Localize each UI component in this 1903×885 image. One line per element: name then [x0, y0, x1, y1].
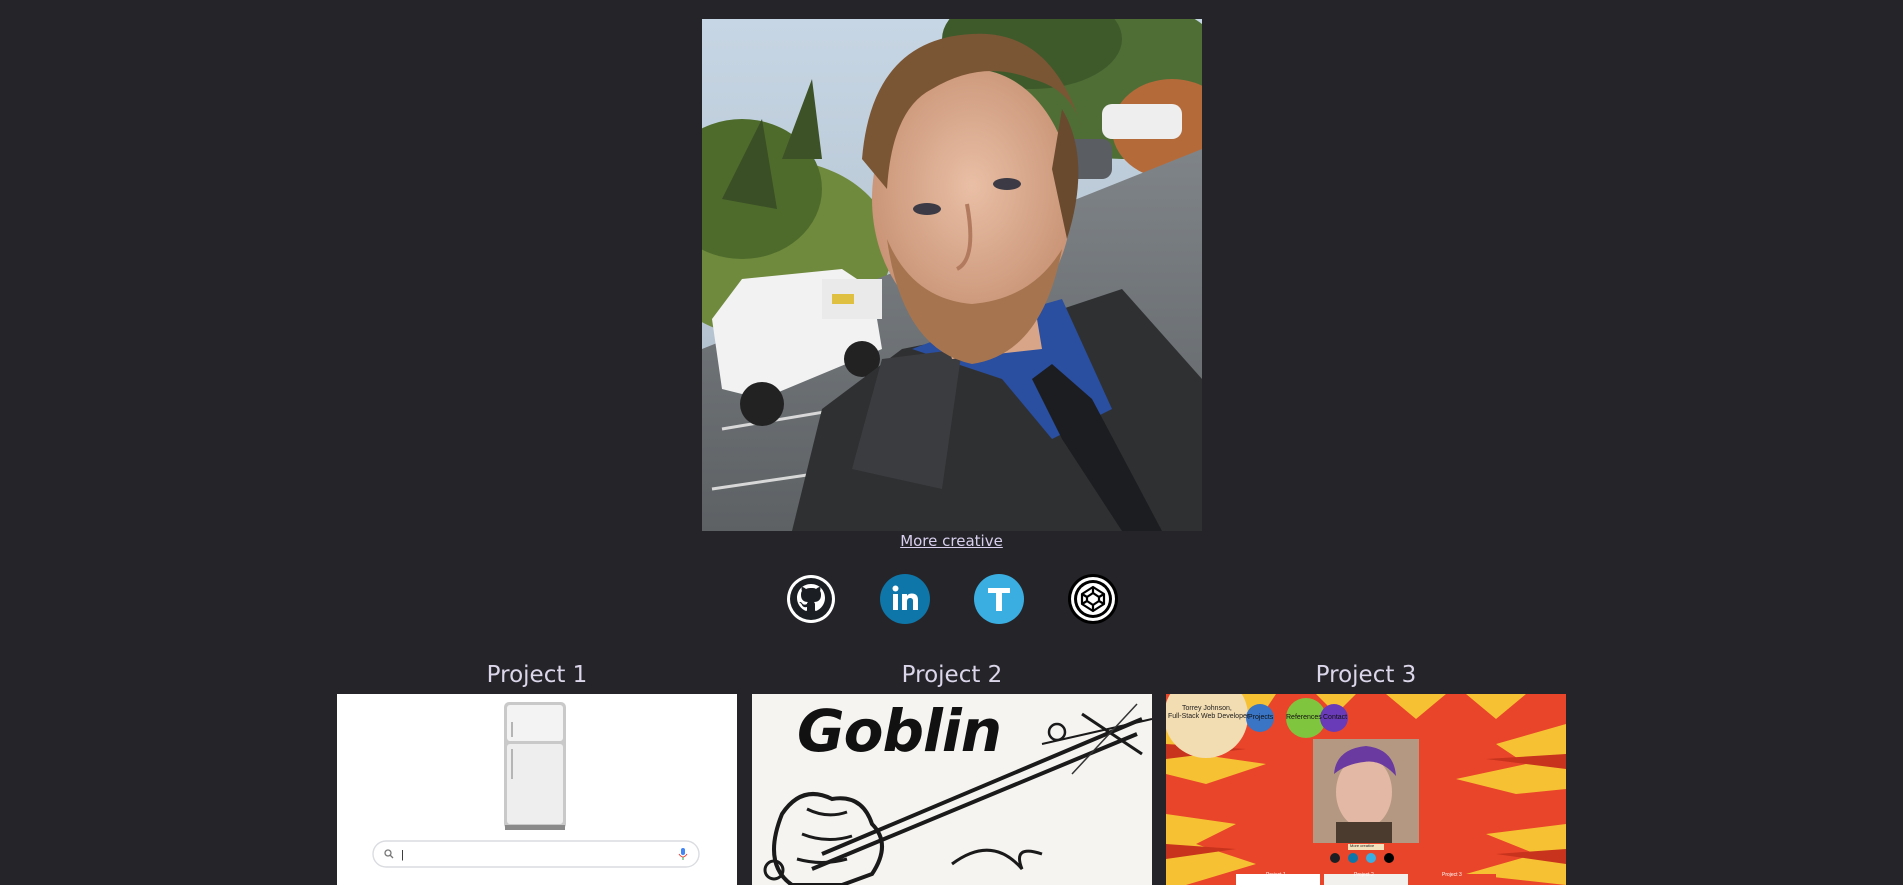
- project-3-mini-title-1: Project 1: [1266, 872, 1286, 878]
- project-3-thumbnail[interactable]: Torrey Johnson, Full-Stack Web Developer…: [1166, 694, 1566, 885]
- linkedin-link[interactable]: [880, 574, 930, 624]
- project-3-caption: More creative: [1350, 843, 1375, 848]
- portfolio-page: More creative Project 1 | Project 2 Gobl…: [0, 0, 1903, 885]
- project-3-name: Torrey Johnson,: [1182, 705, 1232, 712]
- codepen-icon: [1068, 574, 1118, 624]
- project-title: Project 1: [486, 662, 588, 688]
- project-3-mini-title-2: Project 2: [1354, 872, 1374, 878]
- github-link[interactable]: [786, 574, 836, 624]
- twitter-icon: [974, 574, 1024, 624]
- project-3-role: Full-Stack Web Developer: [1168, 713, 1250, 720]
- project-2-goblin-text: Goblin: [797, 697, 1002, 765]
- more-creative-link[interactable]: More creative: [900, 532, 1003, 550]
- project-3-nav-projects: Projects: [1248, 714, 1274, 721]
- social-links: [0, 574, 1903, 624]
- linkedin-icon: [880, 574, 930, 624]
- project-3-mini-title-3: Project 3: [1442, 872, 1462, 878]
- project-1-preview: [337, 694, 737, 885]
- project-1-thumbnail[interactable]: |: [337, 694, 737, 885]
- twitter-link[interactable]: [974, 574, 1024, 624]
- project-1-search-value: |: [401, 849, 404, 861]
- codepen-link[interactable]: [1068, 574, 1118, 624]
- project-card-3: Project 3 Torrey Johnson, Full-Stack Web…: [1166, 660, 1566, 885]
- profile-photo-image: [702, 19, 1202, 531]
- project-2-thumbnail[interactable]: Goblin: [752, 694, 1152, 885]
- project-3-preview: [1166, 694, 1566, 885]
- project-title: Project 2: [901, 662, 1003, 688]
- project-card-2: Project 2 Goblin: [752, 660, 1152, 885]
- project-3-nav-contact: Contact: [1323, 714, 1348, 721]
- project-3-nav-references: References: [1286, 714, 1322, 721]
- profile-photo: [702, 19, 1202, 531]
- project-card-1: Project 1 |: [337, 660, 737, 885]
- github-icon: [787, 575, 835, 623]
- project-title: Project 3: [1315, 662, 1417, 688]
- more-creative-row: More creative: [0, 531, 1903, 552]
